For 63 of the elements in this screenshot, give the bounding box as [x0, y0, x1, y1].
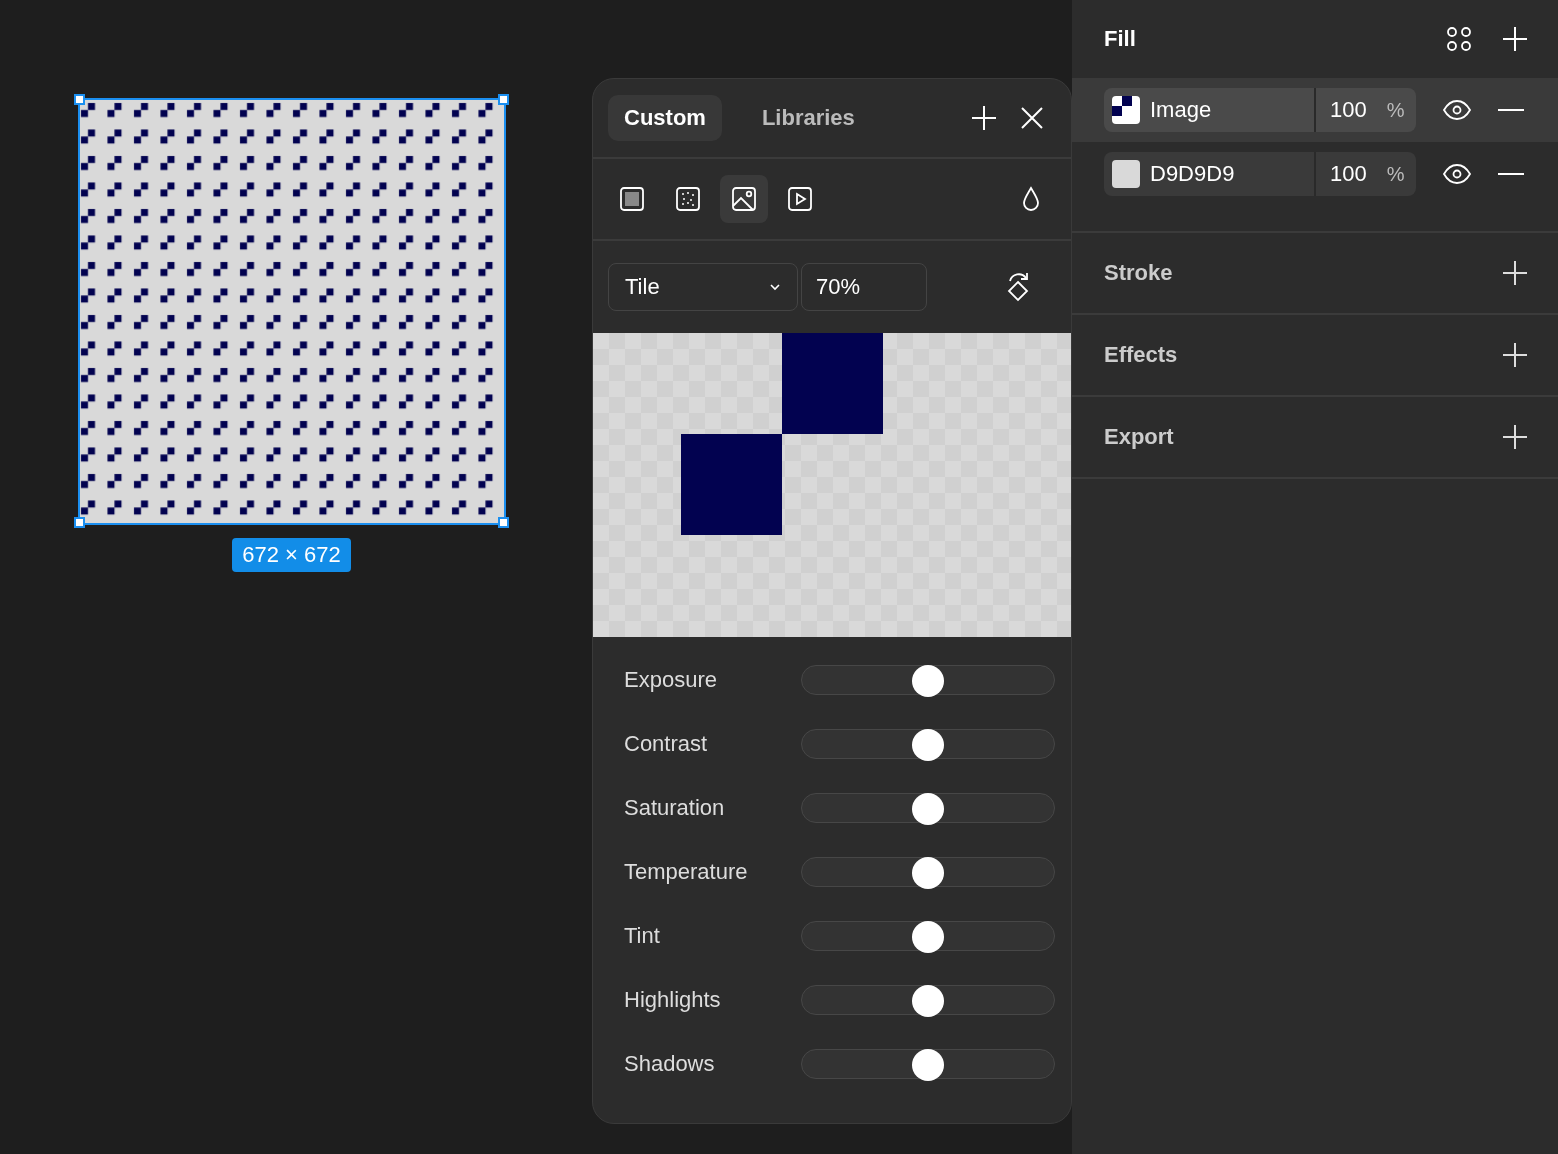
fill-row[interactable]: Image 100 %	[1072, 78, 1558, 142]
dimension-label: 672 × 672	[232, 538, 351, 572]
tab[interactable]: Libraries	[745, 95, 871, 141]
fill-field[interactable]: Image 100 %	[1104, 88, 1416, 132]
slider-thumb[interactable]	[911, 984, 944, 1017]
adjustment-label: Exposure	[624, 667, 718, 693]
remove-icon[interactable]	[1498, 108, 1524, 112]
slider-thumb[interactable]	[911, 792, 944, 825]
section-title: Export	[1104, 424, 1174, 450]
fill-row[interactable]: D9D9D9 100 %	[1072, 142, 1558, 206]
image-fill-button[interactable]	[720, 175, 768, 223]
dotted-square-icon	[675, 186, 701, 212]
section-title: Fill	[1104, 26, 1136, 52]
scale-input[interactable]: 70%	[801, 263, 927, 311]
adjustment-slider[interactable]	[800, 729, 1055, 759]
rotate-icon[interactable]	[1005, 270, 1031, 304]
slider-thumb[interactable]	[911, 920, 944, 953]
play-icon	[787, 186, 813, 212]
adjustment-label: Tint	[624, 923, 661, 949]
adjustment-slider[interactable]	[800, 985, 1055, 1015]
image-swatch	[1112, 96, 1140, 124]
resize-handle[interactable]	[74, 94, 85, 105]
adjustment-label: Saturation	[624, 795, 726, 821]
fit-mode-dropdown[interactable]: Tile	[608, 263, 798, 311]
add-icon[interactable]	[1502, 260, 1528, 286]
opacity-value: 100	[1330, 161, 1367, 187]
adjustment-slider[interactable]	[800, 793, 1055, 823]
section-title: Stroke	[1104, 260, 1173, 286]
add-icon[interactable]	[1502, 424, 1528, 450]
adjustment-slider[interactable]	[800, 1049, 1055, 1079]
image-icon	[731, 186, 757, 212]
slider-thumb[interactable]	[911, 664, 944, 697]
opacity-value: 100	[1330, 97, 1367, 123]
resize-handle[interactable]	[74, 517, 85, 528]
adjustment-label: Contrast	[624, 731, 709, 757]
remove-icon[interactable]	[1498, 172, 1524, 176]
adjustment-label: Shadows	[624, 1051, 716, 1077]
caret-icon	[769, 283, 781, 291]
resize-handle[interactable]	[498, 517, 509, 528]
adjustment-label: Temperature	[624, 859, 749, 885]
fill-field[interactable]: D9D9D9 100 %	[1104, 152, 1416, 196]
drop-icon[interactable]	[1021, 186, 1041, 212]
percent-unit: %	[1386, 98, 1405, 122]
filled-square-icon	[619, 186, 645, 212]
adjustment-slider[interactable]	[800, 665, 1055, 695]
close-icon[interactable]	[1021, 107, 1043, 129]
resize-handle[interactable]	[498, 94, 509, 105]
eye-icon[interactable]	[1442, 100, 1472, 120]
styles-icon[interactable]	[1446, 26, 1472, 52]
slider-thumb[interactable]	[911, 728, 944, 761]
slider-thumb[interactable]	[911, 1048, 944, 1081]
percent-unit: %	[1386, 162, 1405, 186]
eye-icon[interactable]	[1442, 164, 1472, 184]
slider-thumb[interactable]	[911, 856, 944, 889]
fill-name: Image	[1150, 97, 1212, 123]
fill-name: D9D9D9	[1150, 161, 1235, 187]
adjustment-label: Highlights	[624, 987, 722, 1013]
tiled-pattern-image[interactable]	[80, 100, 504, 523]
section-title: Effects	[1104, 342, 1178, 368]
add-icon[interactable]	[1502, 342, 1528, 368]
adjustment-slider[interactable]	[800, 857, 1055, 887]
adjustment-slider[interactable]	[800, 921, 1055, 951]
tab[interactable]: Custom	[608, 95, 722, 141]
